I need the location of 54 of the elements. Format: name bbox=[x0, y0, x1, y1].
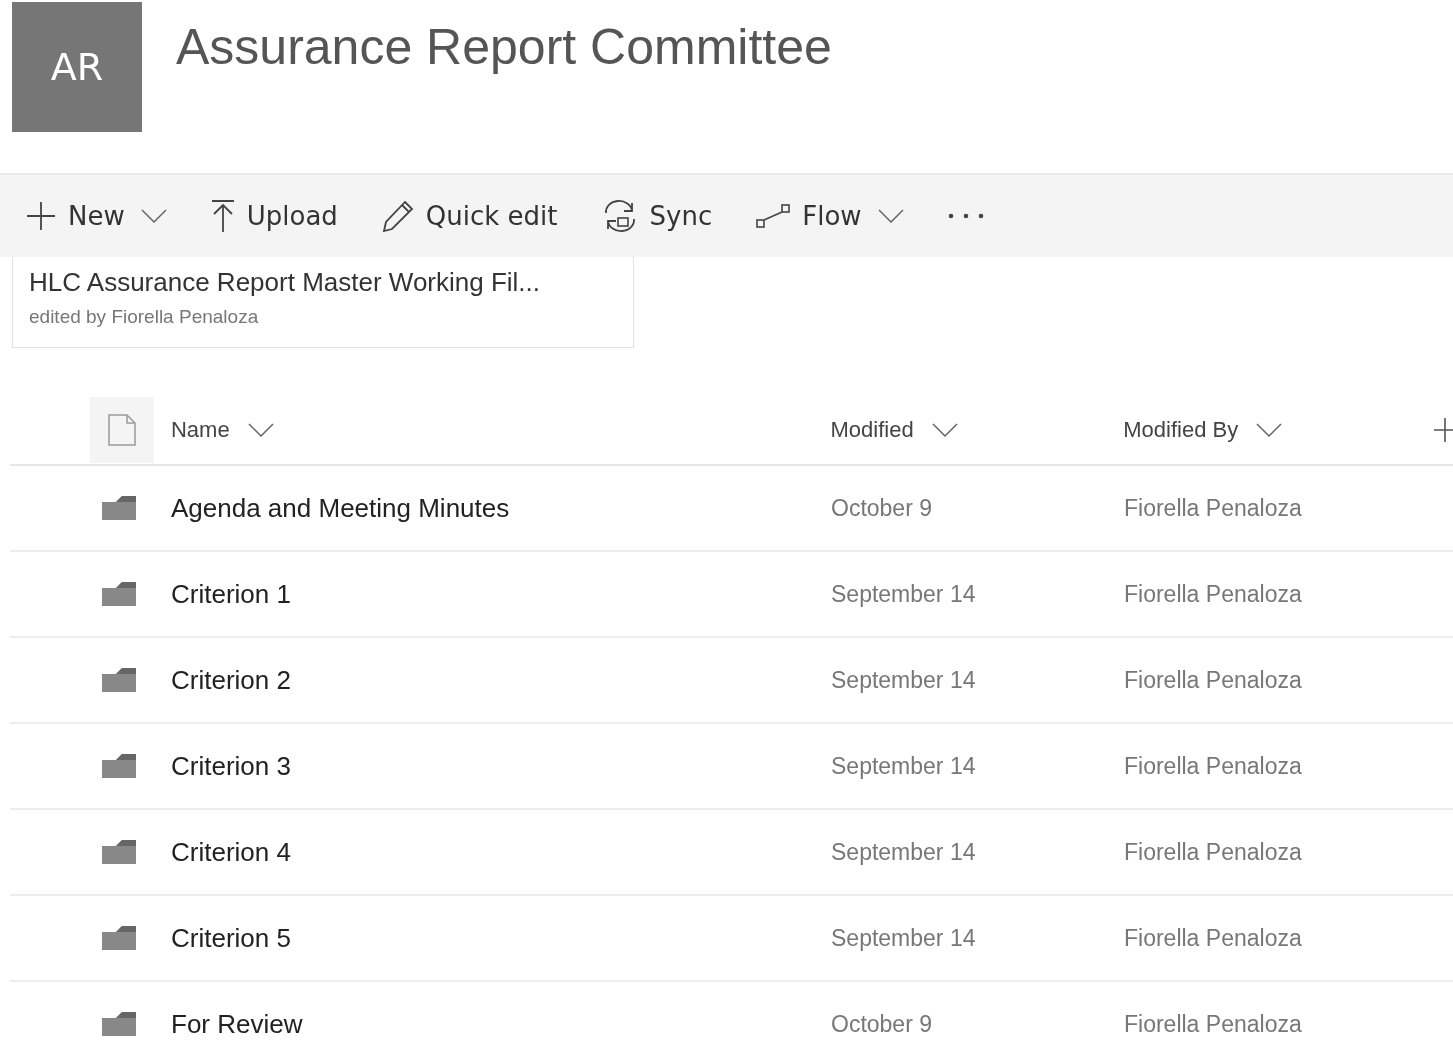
modified-by-name: Fiorella Penaloza bbox=[1124, 838, 1302, 866]
toolbar-button[interactable]: Quick edit bbox=[381, 200, 558, 232]
chevron-down-icon bbox=[1256, 423, 1283, 437]
modified-date: October 9 bbox=[831, 1010, 933, 1038]
plus-icon bbox=[26, 201, 56, 231]
column-header[interactable]: Modified By bbox=[1123, 417, 1239, 443]
modified-by-name: Fiorella Penaloza bbox=[1124, 494, 1302, 522]
folder-name[interactable]: Criterion 2 bbox=[171, 664, 831, 696]
modified-date: September 14 bbox=[831, 580, 977, 608]
edited-by-text: edited by Fiorella Penaloza bbox=[29, 306, 260, 328]
modified-by-name: Fiorella Penaloza bbox=[1124, 580, 1302, 608]
toolbar-button[interactable]: Sync bbox=[601, 199, 713, 233]
more-icon bbox=[947, 213, 984, 219]
modified-by-name: Fiorella Penaloza bbox=[1124, 924, 1302, 952]
site-title: Assurance Report Committee bbox=[176, 18, 832, 76]
modified-date: September 14 bbox=[831, 666, 977, 694]
chevron-down-icon bbox=[931, 423, 958, 437]
toolbar-button[interactable]: Flow bbox=[756, 201, 904, 231]
modified-by-name: Fiorella Penaloza bbox=[1124, 666, 1302, 694]
folder-icon bbox=[102, 582, 136, 606]
add-column-icon[interactable] bbox=[1433, 417, 1453, 443]
column-header[interactable]: Modified bbox=[830, 417, 914, 443]
pencil-icon bbox=[381, 200, 414, 232]
chevron-down-icon bbox=[877, 209, 904, 223]
toolbar-button[interactable]: Upload bbox=[210, 199, 338, 233]
recent-file-card[interactable]: HLC Assurance Report Master Working Fil... edited by Fiorella Penaloza bbox=[12, 257, 634, 348]
more-button[interactable] bbox=[947, 213, 984, 219]
folder-name[interactable]: Agenda and Meeting Minutes bbox=[171, 492, 831, 524]
folder-name[interactable]: For Review bbox=[171, 1008, 831, 1040]
modified-date: September 14 bbox=[831, 924, 977, 952]
folder-name[interactable]: Criterion 1 bbox=[171, 578, 831, 610]
folder-icon bbox=[102, 668, 136, 692]
chevron-down-icon bbox=[247, 423, 274, 437]
folder-icon bbox=[102, 496, 136, 520]
folder-name[interactable]: Criterion 3 bbox=[171, 750, 831, 782]
modified-date: September 14 bbox=[831, 752, 977, 780]
chevron-down-icon bbox=[140, 209, 167, 223]
folder-icon bbox=[102, 840, 136, 864]
folder-icon bbox=[102, 1012, 136, 1036]
modified-by-name: Fiorella Penaloza bbox=[1124, 752, 1302, 780]
flow-icon bbox=[756, 203, 791, 229]
site-logo: AR bbox=[12, 2, 142, 132]
toolbar-button[interactable]: New bbox=[26, 201, 167, 231]
folder-name[interactable]: Criterion 4 bbox=[171, 836, 831, 868]
upload-icon bbox=[210, 199, 235, 233]
modified-date: October 9 bbox=[831, 494, 933, 522]
modified-date: September 14 bbox=[831, 838, 977, 866]
file-name: HLC Assurance Report Master Working Fil... bbox=[29, 267, 542, 298]
modified-by-name: Fiorella Penaloza bbox=[1124, 1010, 1302, 1038]
document-icon bbox=[107, 414, 136, 446]
folder-icon bbox=[102, 926, 136, 950]
folder-name[interactable]: Criterion 5 bbox=[171, 922, 831, 954]
folder-icon bbox=[102, 754, 136, 778]
column-header[interactable]: Name bbox=[170, 417, 230, 443]
